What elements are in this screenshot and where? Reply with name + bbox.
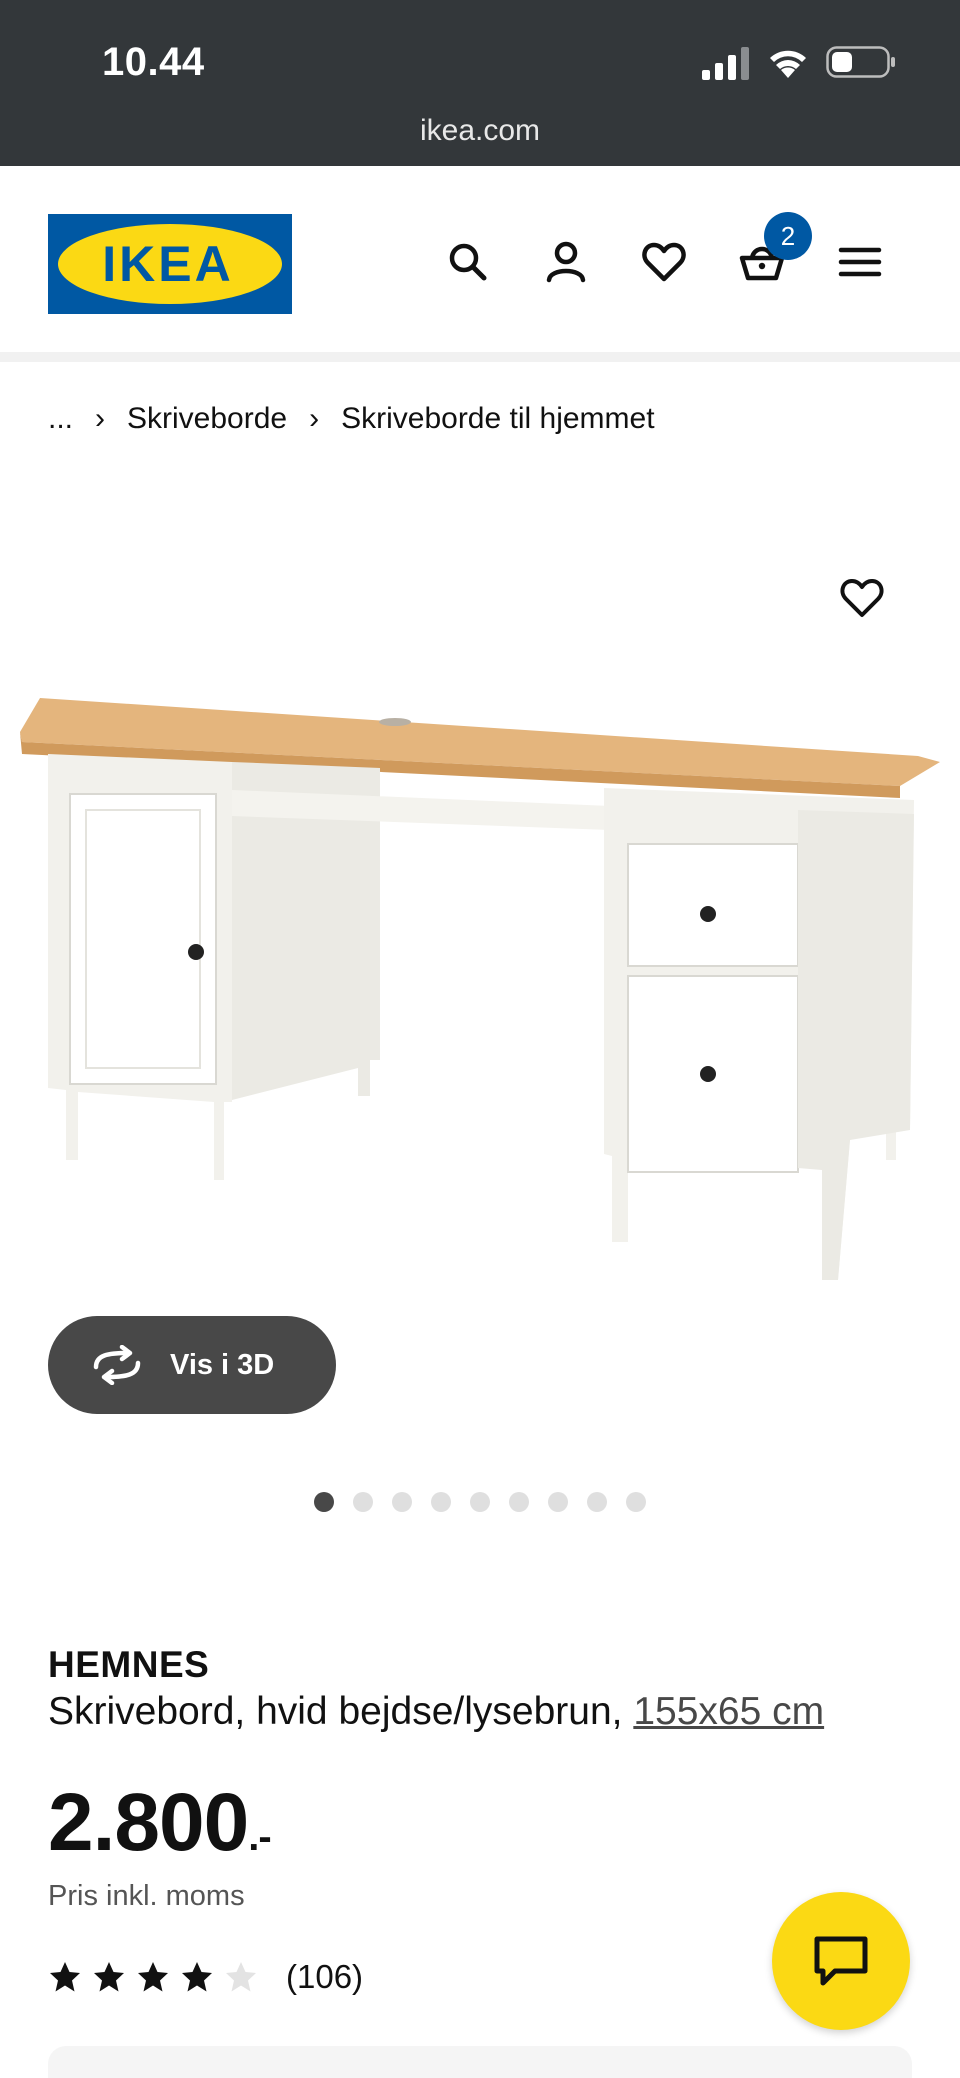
chat-button[interactable] — [772, 1892, 910, 2030]
carousel-dot[interactable] — [431, 1492, 451, 1512]
star-empty-icon — [226, 1962, 256, 1992]
carousel-dot[interactable] — [314, 1492, 334, 1512]
carousel-dot[interactable] — [548, 1492, 568, 1512]
star-filled-icon — [138, 1962, 168, 1992]
wifi-icon — [770, 50, 806, 78]
cellular-signal-icon — [702, 47, 749, 80]
price-note: Pris inkl. moms — [48, 1880, 245, 1912]
carousel-dot[interactable] — [509, 1492, 529, 1512]
star-filled-icon — [182, 1962, 212, 1992]
view-in-3d-label: Vis i 3D — [170, 1348, 275, 1381]
product-image[interactable] — [0, 660, 960, 1340]
carousel-dot[interactable] — [353, 1492, 373, 1512]
site-header: IKEA 2 — [0, 166, 960, 362]
star-filled-icon — [50, 1962, 80, 1992]
product-size-link[interactable]: 155x65 cm — [633, 1690, 824, 1733]
view-in-3d-button[interactable]: Vis i 3D — [48, 1316, 336, 1414]
chevron-right-icon: › — [309, 402, 320, 435]
carousel-dot[interactable] — [470, 1492, 490, 1512]
image-carousel-indicator — [0, 1492, 960, 1512]
product-rating[interactable]: (106) — [48, 1958, 363, 1996]
address-bar-url[interactable]: ikea.com — [0, 114, 960, 148]
heart-icon — [840, 579, 884, 617]
ikea-logo[interactable]: IKEA — [48, 214, 292, 314]
profile-icon — [546, 241, 586, 283]
svg-text:IKEA: IKEA — [102, 236, 233, 292]
product-description: Skrivebord, hvid bejdse/lysebrun, 155x65… — [48, 1690, 824, 1734]
cart-count-badge: 2 — [764, 212, 812, 260]
status-time: 10.44 — [102, 40, 205, 84]
review-count: (106) — [286, 1958, 364, 1995]
star-filled-icon — [94, 1962, 124, 1992]
rotate-3d-icon — [93, 1345, 141, 1385]
battery-icon — [826, 46, 895, 78]
carousel-dot[interactable] — [587, 1492, 607, 1512]
carousel-dot[interactable] — [392, 1492, 412, 1512]
carousel-dot[interactable] — [626, 1492, 646, 1512]
chat-icon — [814, 1936, 868, 1986]
product-price: 2.800.- — [48, 1776, 272, 1870]
chevron-right-icon: › — [95, 402, 106, 435]
search-icon — [449, 243, 487, 281]
account-button[interactable] — [538, 234, 594, 290]
breadcrumb-item-skriveborde[interactable]: Skriveborde — [127, 402, 287, 436]
product-description-text: Skrivebord, hvid bejdse/lysebrun, — [48, 1690, 623, 1733]
breadcrumb-ellipsis[interactable]: ... — [48, 402, 73, 436]
menu-icon — [838, 247, 882, 277]
menu-button[interactable] — [832, 234, 888, 290]
search-button[interactable] — [440, 234, 496, 290]
breadcrumb: ... › Skriveborde › Skriveborde til hjem… — [48, 402, 655, 436]
wishlist-button[interactable] — [636, 234, 692, 290]
add-to-wishlist-button[interactable] — [832, 568, 892, 628]
heart-icon — [642, 242, 686, 282]
breadcrumb-item-skriveborde-til-hjemmet[interactable]: Skriveborde til hjemmet — [341, 402, 654, 436]
rating-stars — [48, 1960, 268, 1994]
product-options-card — [48, 2046, 912, 2078]
status-bar: 10.44 ikea.com — [0, 0, 960, 166]
product-name: HEMNES — [48, 1644, 210, 1685]
price-suffix: .- — [248, 1815, 271, 1859]
price-value: 2.800 — [48, 1777, 249, 1868]
